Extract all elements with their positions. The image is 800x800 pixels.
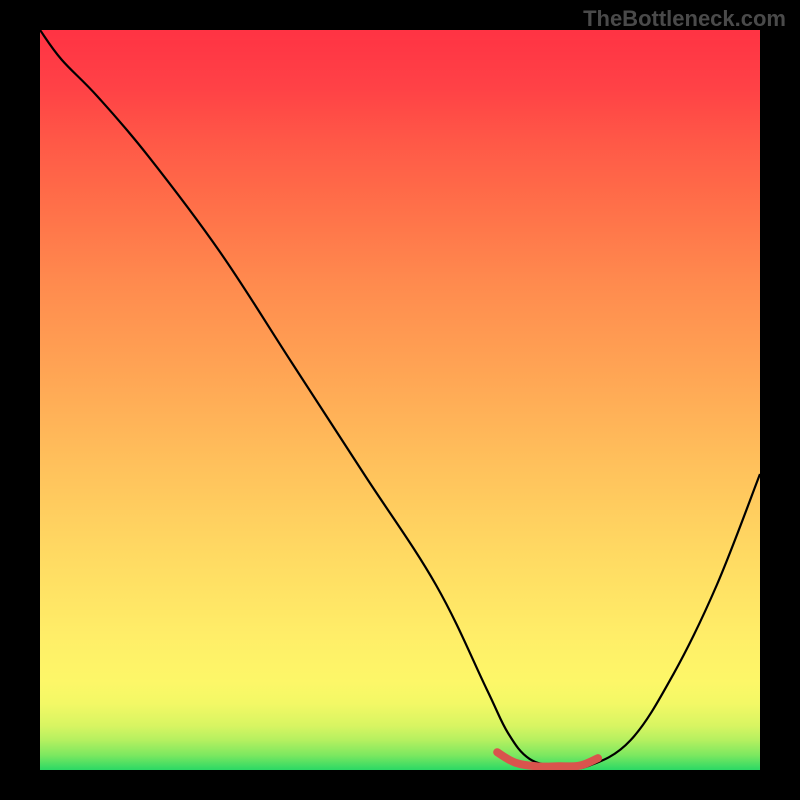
optimal-zone-marker — [497, 752, 598, 766]
watermark-text: TheBottleneck.com — [583, 6, 786, 32]
bottleneck-curve — [40, 30, 760, 769]
chart-svg — [40, 30, 760, 770]
